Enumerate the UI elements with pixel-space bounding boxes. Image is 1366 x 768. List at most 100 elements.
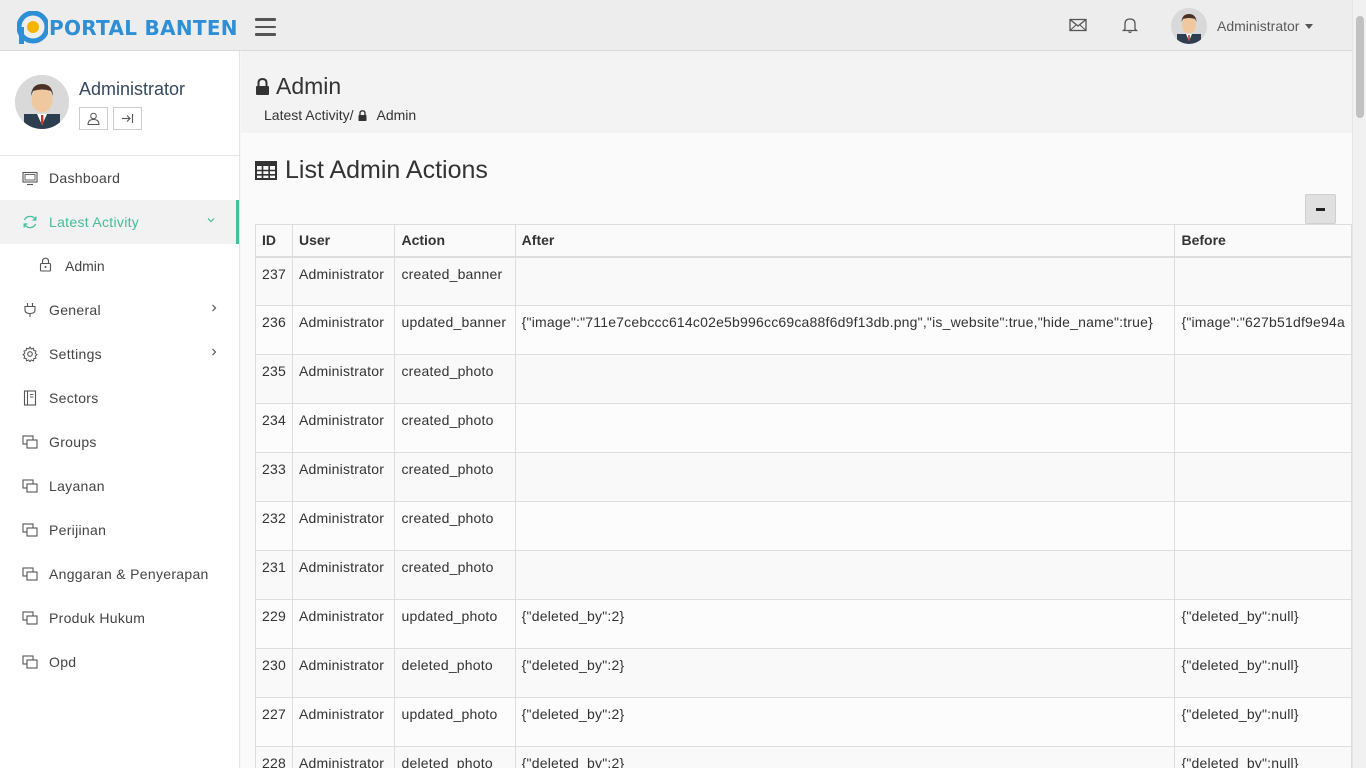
table-row[interactable]: 237 Administrator created_banner [255,256,1352,306]
logout-icon [122,114,134,123]
table-row[interactable]: 231 Administrator created_photo [255,550,1352,600]
sidebar-item-opd[interactable]: Opd [0,640,239,684]
table-row[interactable]: 228 Administrator deleted_photo {"deleted_b… [255,746,1352,768]
brand-name: PORTAL BANTEN [49,15,238,40]
breadcrumb-parent[interactable]: Latest Activity/ [264,107,353,123]
cell-action: deleted_photo [394,648,516,698]
table-row[interactable]: 230 Administrator deleted_photo {"deleted_b… [255,648,1352,698]
bell-icon[interactable] [1121,16,1139,34]
sidebar-item-label: Latest Activity [49,214,140,230]
cell-before [1174,354,1352,404]
sidebar-subitem-admin[interactable]: Admin [0,244,239,288]
cell-id: 237 [255,256,293,306]
sidebar-item-label: Groups [49,434,97,450]
portal-logo-icon [17,11,48,44]
chevron-down-icon [207,218,215,223]
panel-title: List Admin Actions [255,156,488,185]
sidebar-item-general[interactable]: General [0,288,239,332]
brand-logo[interactable]: PORTAL BANTEN [17,11,238,44]
table-body: 237 Administrator created_banner 236 Adminis… [255,256,1352,768]
profile-button[interactable] [79,107,108,130]
column-header-id[interactable]: ID [255,224,293,258]
cell-id: 234 [255,403,293,453]
cell-after [514,256,1176,306]
hamburger-icon[interactable] [255,18,276,36]
table-row[interactable]: 232 Administrator created_photo [255,501,1352,551]
collapse-panel-button[interactable] [1305,194,1336,224]
user-icon [87,112,100,125]
cell-id: 230 [255,648,293,698]
logout-button[interactable] [113,107,142,130]
cell-user: Administrator [291,550,396,600]
windows-icon [21,610,38,627]
page-header: Admin Latest Activity/ Admin [241,51,1352,133]
table-icon [255,161,277,180]
sidebar-item-dashboard[interactable]: Dashboard [0,156,239,200]
sidebar-profile: Administrator [0,51,239,156]
cell-user: Administrator [291,305,396,355]
monitor-icon [21,170,38,187]
sidebar-item-groups[interactable]: Groups [0,420,239,464]
sidebar: Administrator Dashboard Latest Activity … [0,51,240,768]
cell-user: Administrator [291,648,396,698]
column-header-user[interactable]: User [291,224,396,258]
sidebar-item-label: Sectors [49,390,99,406]
sidebar-item-perijinan[interactable]: Perijinan [0,508,239,552]
cell-action: created_photo [394,550,516,600]
cell-before: {"deleted_by":null} [1174,746,1352,768]
mail-icon[interactable] [1069,16,1087,34]
cell-id: 236 [255,305,293,355]
admin-actions-table: ID User Action After Before 237 Administr… [255,224,1352,768]
column-header-action[interactable]: Action [394,224,516,258]
cell-user: Administrator [291,746,396,768]
cell-after [514,354,1176,404]
cell-after: {"image":"711e7cebccc614c02e5b996cc69ca8… [514,305,1176,355]
chevron-right-icon [212,348,217,356]
sidebar-item-label: Opd [49,654,77,670]
cell-before [1174,452,1352,502]
windows-icon [21,522,38,539]
minus-icon [1316,207,1325,211]
cell-after: {"deleted_by":2} [514,648,1176,698]
sidebar-item-label: Admin [65,258,105,274]
sidebar-item-latest-activity[interactable]: Latest Activity [0,200,239,244]
table-row[interactable]: 235 Administrator created_photo [255,354,1352,404]
breadcrumb: Latest Activity/ Admin [264,107,416,123]
cell-before [1174,256,1352,306]
gear-icon [21,346,38,363]
cell-id: 229 [255,599,293,649]
table-row[interactable]: 233 Administrator created_photo [255,452,1352,502]
panel-title-text: List Admin Actions [285,156,488,184]
table-row[interactable]: 227 Administrator updated_photo {"deleted_b… [255,697,1352,747]
page-scrollbar[interactable] [1352,0,1366,768]
cell-after [514,452,1176,502]
sidebar-item-label: Dashboard [49,170,121,186]
chevron-right-icon [212,304,217,312]
table-row[interactable]: 229 Administrator updated_photo {"deleted_b… [255,599,1352,649]
cell-action: updated_photo [394,697,516,747]
table-row[interactable]: 234 Administrator created_photo [255,403,1352,453]
cell-id: 235 [255,354,293,404]
cell-after [514,501,1176,551]
sidebar-item-produk-hukum[interactable]: Produk Hukum [0,596,239,640]
profile-name: Administrator [79,79,186,99]
cell-after [514,550,1176,600]
sidebar-item-label: Layanan [49,478,105,494]
cell-before: {"image":"627b51df9e94a [1174,305,1352,355]
lock-icon [256,78,269,95]
sidebar-item-layanan[interactable]: Layanan [0,464,239,508]
user-menu[interactable]: Administrator [1171,8,1314,44]
column-header-before[interactable]: Before [1174,224,1352,258]
cell-user: Administrator [291,697,396,747]
cell-id: 227 [255,697,293,747]
cell-after: {"deleted_by":2} [514,746,1176,768]
cell-action: updated_banner [394,305,516,355]
sidebar-item-anggaran[interactable]: Anggaran & Penyerapan [0,552,239,596]
sidebar-item-sectors[interactable]: Sectors [0,376,239,420]
sidebar-item-label: Anggaran & Penyerapan [49,566,209,582]
table-row[interactable]: 236 Administrator updated_banner {"image":"… [255,305,1352,355]
cell-action: created_photo [394,501,516,551]
column-header-after[interactable]: After [514,224,1176,258]
sidebar-item-settings[interactable]: Settings [0,332,239,376]
scrollbar-thumb[interactable] [1356,16,1364,118]
